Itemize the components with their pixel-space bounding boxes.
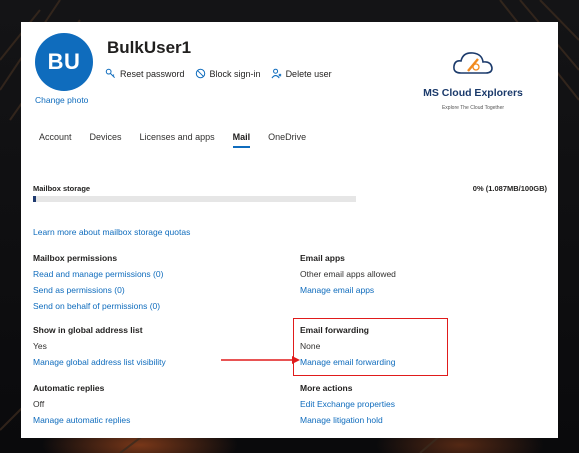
- manage-litigation-hold-link[interactable]: Manage litigation hold: [300, 412, 395, 428]
- mailbox-permissions-section: Mailbox permissions Read and manage perm…: [33, 250, 163, 314]
- automatic-replies-title: Automatic replies: [33, 383, 105, 393]
- tab-onedrive[interactable]: OneDrive: [268, 132, 306, 148]
- read-manage-permissions-link[interactable]: Read and manage permissions (0): [33, 266, 163, 282]
- person-delete-icon: [271, 68, 281, 79]
- automatic-replies-status: Off: [33, 399, 45, 409]
- avatar: BU: [35, 33, 93, 91]
- tab-devices[interactable]: Devices: [90, 132, 122, 148]
- email-apps-title: Email apps: [300, 253, 345, 263]
- tab-mail[interactable]: Mail: [232, 132, 250, 148]
- reset-password-label: Reset password: [120, 68, 185, 79]
- key-icon: [105, 68, 115, 78]
- mailbox-storage-bar: [33, 196, 356, 202]
- mailbox-storage-label: Mailbox storage: [33, 184, 91, 193]
- email-apps-status: Other email apps allowed: [300, 269, 396, 279]
- block-sign-in-label: Block sign-in: [209, 68, 261, 79]
- send-as-permissions-link[interactable]: Send as permissions (0): [33, 282, 163, 298]
- mailbox-storage-fill: [33, 196, 37, 202]
- more-actions-title: More actions: [300, 383, 353, 393]
- mailbox-permissions-title: Mailbox permissions: [33, 253, 118, 263]
- user-display-name: BulkUser1: [107, 38, 192, 57]
- email-forwarding-highlight-box: [293, 318, 448, 376]
- learn-more-storage-link[interactable]: Learn more about mailbox storage quotas: [33, 227, 190, 237]
- tab-account[interactable]: Account: [39, 132, 72, 148]
- block-sign-in-button[interactable]: Block sign-in: [195, 68, 261, 79]
- global-address-list-section: Show in global address list Yes Manage g…: [33, 322, 166, 370]
- global-address-list-title: Show in global address list: [33, 325, 143, 335]
- email-apps-section: Email apps Other email apps allowed Mana…: [300, 250, 396, 298]
- brand-tagline: Explore The Cloud Together: [441, 105, 505, 111]
- more-actions-section: More actions Edit Exchange properties Ma…: [300, 380, 395, 428]
- manage-email-apps-link[interactable]: Manage email apps: [300, 282, 396, 298]
- manage-automatic-replies-link[interactable]: Manage automatic replies: [33, 412, 130, 428]
- send-on-behalf-permissions-link[interactable]: Send on behalf of permissions (0): [33, 298, 163, 314]
- reset-password-button[interactable]: Reset password: [105, 68, 185, 79]
- delete-user-label: Delete user: [285, 68, 332, 79]
- delete-user-button[interactable]: Delete user: [271, 68, 332, 79]
- block-icon: [195, 68, 205, 79]
- cloud-logo-icon: [453, 52, 493, 74]
- user-actions-bar: Reset password Block sign-in Delete user: [105, 68, 332, 79]
- edit-exchange-properties-link[interactable]: Edit Exchange properties: [300, 396, 395, 412]
- brand-name: MS Cloud Explorers: [423, 87, 523, 99]
- user-details-panel: BU Change photo BulkUser1 Reset password…: [21, 22, 558, 438]
- tab-bar: Account Devices Licenses and apps Mail O…: [39, 132, 306, 148]
- manage-global-address-list-link[interactable]: Manage global address list visibility: [33, 354, 166, 370]
- automatic-replies-section: Automatic replies Off Manage automatic r…: [33, 380, 130, 428]
- red-arrow-icon: [221, 356, 300, 364]
- mailbox-storage-value: 0% (1.087MB/100GB): [472, 184, 547, 193]
- brand-logo-area: MS Cloud Explorers Explore The Cloud Tog…: [403, 48, 543, 111]
- tab-licenses-and-apps[interactable]: Licenses and apps: [140, 132, 215, 148]
- change-photo-link[interactable]: Change photo: [35, 95, 88, 105]
- global-address-list-status: Yes: [33, 341, 47, 351]
